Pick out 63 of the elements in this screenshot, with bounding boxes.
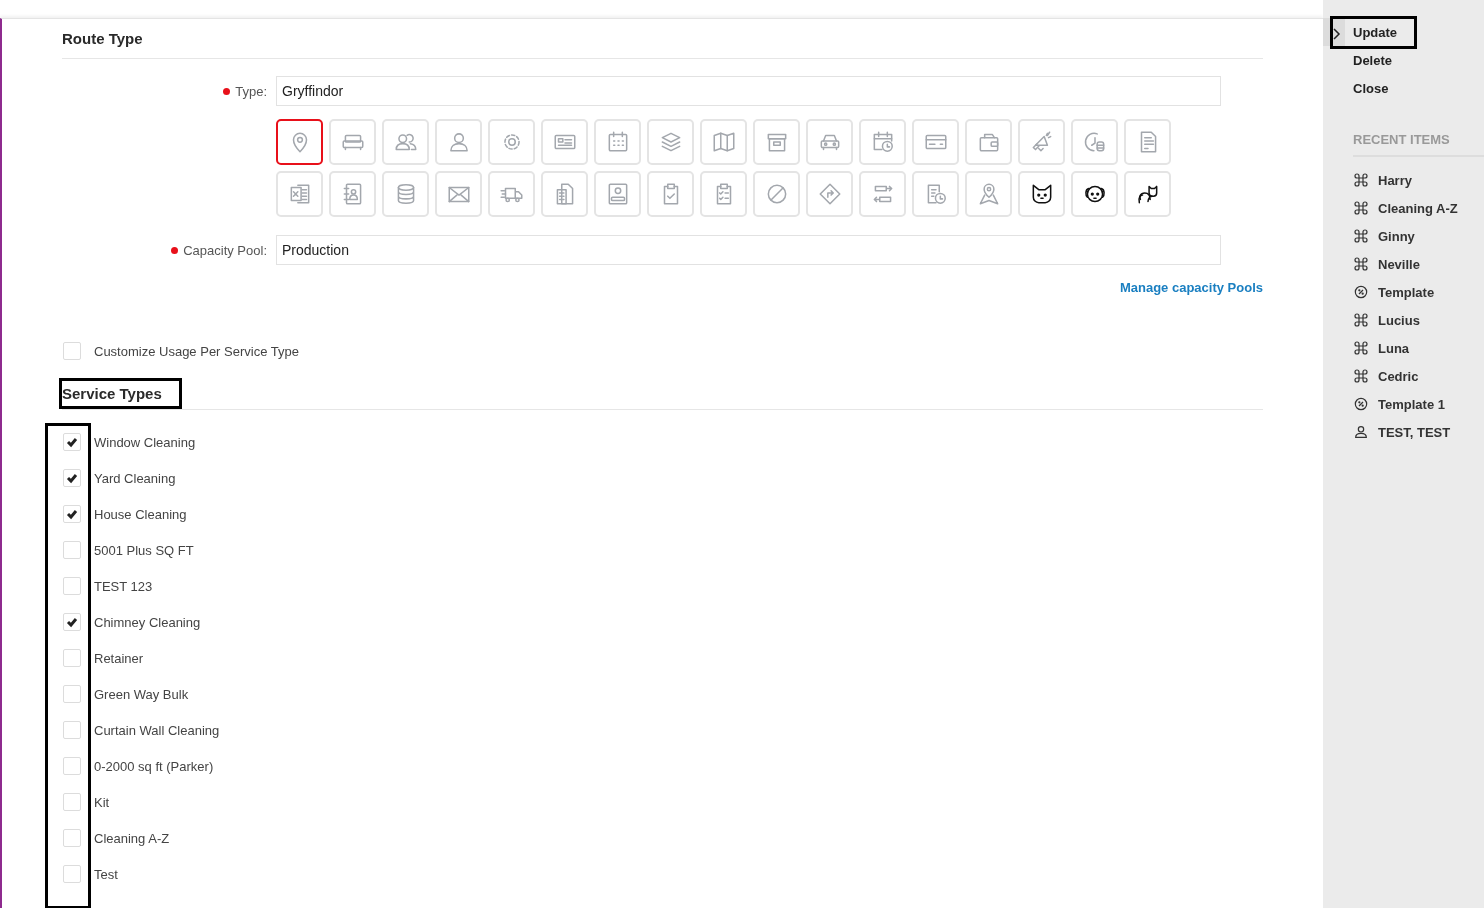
checkbox-label: Kit: [94, 794, 110, 810]
command-icon: [1353, 312, 1369, 328]
checkbox[interactable]: [63, 469, 81, 487]
recent-item[interactable]: Template: [1378, 284, 1435, 300]
section-title: Service Types: [59, 378, 182, 409]
check-icon: [66, 508, 78, 520]
checkbox-label: 0-2000 sq ft (Parker): [94, 758, 214, 774]
checkbox[interactable]: [63, 865, 81, 883]
checkbox[interactable]: [63, 829, 81, 847]
section-title: Route Type: [62, 29, 143, 49]
check-icon: [66, 616, 78, 628]
checkbox[interactable]: [63, 541, 81, 559]
recent-item[interactable]: Cedric: [1378, 368, 1419, 384]
checkbox[interactable]: [63, 342, 81, 360]
command-icon: [1353, 200, 1369, 216]
checkbox-label: Curtain Wall Cleaning: [94, 722, 220, 738]
chevron-icon: [1333, 28, 1341, 40]
percent-icon: [1353, 396, 1369, 412]
checkbox-label: Chimney Cleaning: [94, 614, 201, 630]
checkbox-label: Cleaning A-Z: [94, 830, 170, 846]
checkbox[interactable]: [63, 757, 81, 775]
recent-item[interactable]: Template 1: [1378, 396, 1445, 412]
percent-icon: [1353, 284, 1369, 300]
checkbox-label: House Cleaning: [94, 506, 187, 522]
checkbox[interactable]: [63, 721, 81, 739]
checkbox-label: Retainer: [94, 650, 144, 666]
command-icon: [1353, 340, 1369, 356]
command-icon: [1353, 256, 1369, 272]
recent-item[interactable]: TEST, TEST: [1378, 424, 1451, 440]
checkbox-label: Test: [94, 866, 118, 882]
checkbox[interactable]: [63, 793, 81, 811]
checkbox[interactable]: [63, 505, 81, 523]
manage-link[interactable]: Manage capacity Pools: [1119, 280, 1263, 295]
checkbox[interactable]: [63, 613, 81, 631]
checkbox[interactable]: [63, 433, 81, 451]
field-label: Type:: [235, 83, 267, 99]
check-icon: [66, 436, 78, 448]
recent-item[interactable]: Lucius: [1378, 312, 1420, 328]
checkbox[interactable]: [63, 577, 81, 595]
recent-item[interactable]: Ginny: [1378, 228, 1415, 244]
checkbox-label: Window Cleaning: [94, 434, 196, 450]
action-link[interactable]: Close: [1323, 74, 1484, 102]
recent-items-title: RECENT ITEMS: [1353, 132, 1484, 157]
action-link[interactable]: Delete: [1323, 46, 1484, 74]
person-icon: [1353, 424, 1369, 440]
command-icon: [1353, 368, 1369, 384]
recent-item[interactable]: Harry: [1378, 172, 1412, 188]
field-label: Capacity Pool:: [183, 242, 267, 258]
text-field[interactable]: Gryffindor: [276, 76, 1221, 106]
checkbox[interactable]: [63, 685, 81, 703]
checkbox-label: TEST 123: [94, 578, 153, 594]
checkbox-label: Customize Usage Per Service Type: [94, 343, 299, 359]
checkbox-label: Yard Cleaning: [94, 470, 176, 486]
command-icon: [1353, 172, 1369, 188]
recent-item[interactable]: Cleaning A-Z: [1378, 200, 1458, 216]
command-icon: [1353, 228, 1369, 244]
recent-item[interactable]: Neville: [1378, 256, 1420, 272]
check-icon: [66, 472, 78, 484]
text-field[interactable]: Production: [276, 235, 1221, 265]
recent-item[interactable]: Luna: [1378, 340, 1410, 356]
checkbox-label: 5001 Plus SQ FT: [94, 542, 194, 558]
checkbox-label: Green Way Bulk: [94, 686, 189, 702]
checkbox[interactable]: [63, 649, 81, 667]
